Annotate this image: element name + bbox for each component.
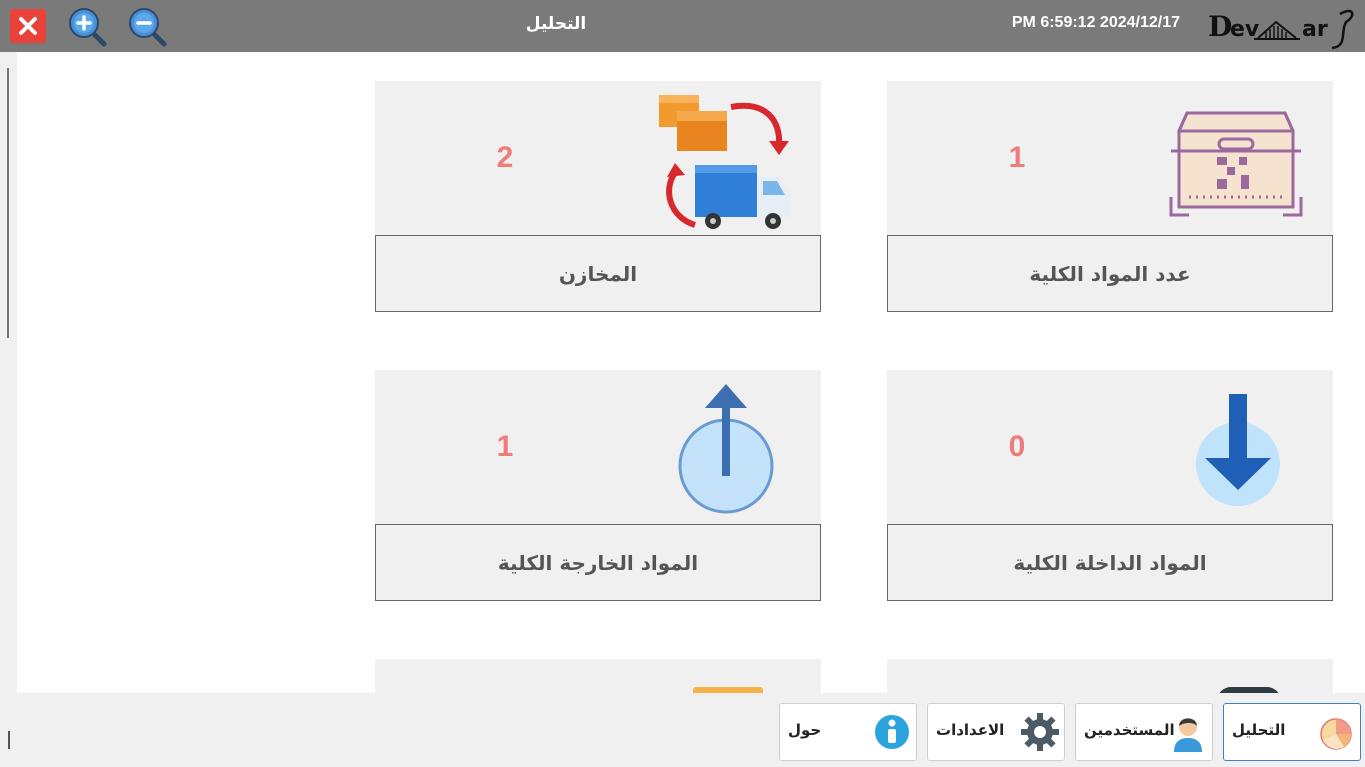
- card-total-outgoing[interactable]: 1 المواد الخارجة الكلية: [375, 370, 821, 601]
- zoom-in-icon: [69, 8, 107, 47]
- bottom-nav-bar: التحليل المستخدمين الاعدادات حول: [0, 693, 1365, 767]
- top-bar: التحليل PM 6:59:12 2024/12/17 D ev ar: [0, 0, 1365, 52]
- zoom-out-icon: [129, 8, 167, 47]
- arrow-up-icon: [678, 384, 774, 514]
- nav-label: الاعدادات: [936, 721, 1005, 739]
- card-label: عدد المواد الكلية: [1029, 261, 1191, 286]
- card-total-items[interactable]: 1 عدد المواد الكلية: [887, 81, 1333, 312]
- card-label: المواد الداخلة الكلية: [1013, 550, 1207, 575]
- card-value: 1: [496, 430, 514, 463]
- pie-chart-icon: [1320, 718, 1352, 750]
- page-title: التحليل: [525, 14, 587, 34]
- card-warehouses[interactable]: 2 المخازن: [375, 81, 821, 312]
- svg-text:D: D: [1208, 10, 1232, 43]
- card-partial: [887, 659, 1333, 693]
- svg-text:ar: ar: [1302, 17, 1328, 42]
- arrow-down-icon: [1196, 394, 1280, 506]
- scrollbar-track[interactable]: [7, 68, 9, 338]
- card-label: المواد الخارجة الكلية: [497, 550, 699, 575]
- user-icon: [1174, 718, 1202, 752]
- info-icon: [875, 715, 909, 749]
- nav-settings[interactable]: الاعدادات: [927, 703, 1065, 761]
- gear-icon: [1021, 713, 1059, 751]
- nav-label: المستخدمين: [1084, 721, 1175, 739]
- card-value: 1: [1008, 141, 1026, 174]
- dashboard-content: 1 عدد المواد الكلية 2 المخازن 0 المواد ا…: [17, 52, 1365, 693]
- app-logo: D ev ar: [1204, 4, 1360, 50]
- package-box-icon: [1169, 111, 1303, 217]
- nav-label: حول: [788, 721, 822, 739]
- card-value: 0: [1008, 430, 1026, 463]
- card-value: 2: [496, 141, 514, 174]
- datetime-display: PM 6:59:12 2024/12/17: [1011, 14, 1180, 31]
- nav-label: التحليل: [1232, 721, 1286, 739]
- card-total-incoming[interactable]: 0 المواد الداخلة الكلية: [887, 370, 1333, 601]
- zoom-in-button[interactable]: [66, 6, 108, 48]
- zoom-out-button[interactable]: [126, 6, 168, 48]
- close-button[interactable]: [10, 9, 46, 43]
- nav-about[interactable]: حول: [779, 703, 917, 761]
- card-label: المخازن: [558, 261, 638, 286]
- close-icon: [19, 17, 37, 35]
- nav-users[interactable]: المستخدمين: [1075, 703, 1213, 761]
- nav-analysis[interactable]: التحليل: [1223, 703, 1361, 761]
- card-partial: [375, 659, 821, 693]
- left-rail: [0, 52, 17, 693]
- warehouse-transfer-icon: [659, 95, 791, 229]
